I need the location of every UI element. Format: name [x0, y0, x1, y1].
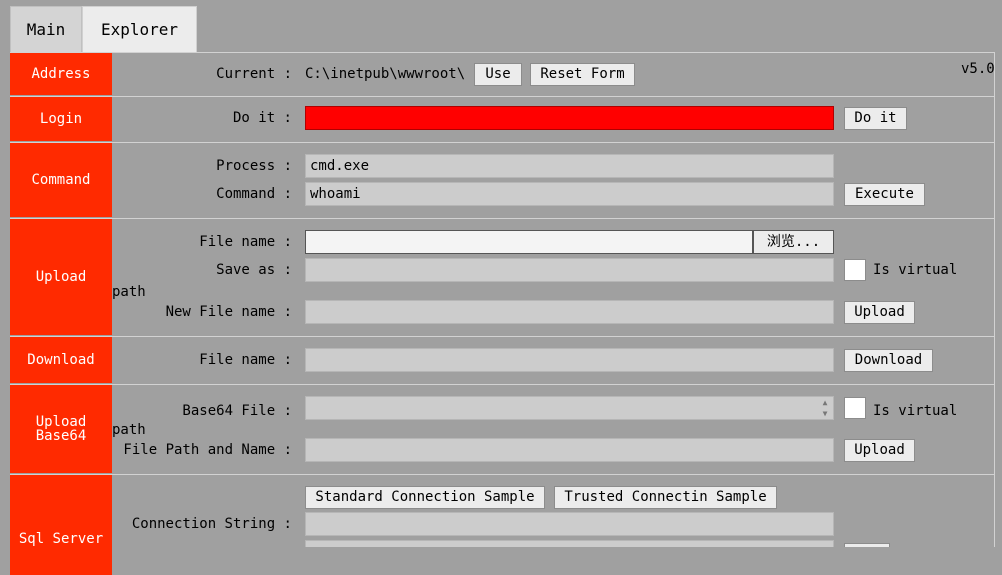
upload-button[interactable]: Upload [844, 301, 915, 324]
section-divider [10, 384, 995, 385]
command-input[interactable] [305, 182, 834, 206]
sql-query-textarea[interactable] [305, 540, 834, 547]
file-path-and-name-input[interactable] [305, 438, 834, 462]
save-as-label: Save as : [216, 262, 292, 278]
section-label-command: Command [10, 143, 112, 217]
section-label-address: Address [10, 53, 112, 95]
sql-run-button[interactable] [844, 543, 890, 547]
section-divider [10, 218, 995, 219]
current-label: Current : [216, 66, 292, 82]
standard-connection-sample-button[interactable]: Standard Connection Sample [305, 486, 545, 509]
base64-file-textarea[interactable] [305, 396, 834, 420]
section-label-upload-base64: Upload Base64 [10, 385, 112, 473]
upload-path-label: path [112, 284, 146, 300]
use-button[interactable]: Use [474, 63, 522, 86]
file-path-and-name-label: File Path and Name : [123, 442, 292, 458]
section-divider [10, 142, 995, 143]
connection-string-input[interactable] [305, 512, 834, 536]
doit-label: Do it : [232, 110, 292, 126]
browse-button[interactable]: 浏览... [753, 230, 834, 254]
upload-file-input[interactable] [305, 230, 753, 254]
spin-down-icon[interactable]: ▼ [817, 408, 833, 430]
new-file-name-label: New File name : [165, 304, 292, 320]
download-file-label: File name : [199, 352, 292, 368]
section-divider [10, 336, 995, 337]
reset-form-button[interactable]: Reset Form [530, 63, 635, 86]
section-label-upload: Upload [10, 219, 112, 335]
download-file-input[interactable] [305, 348, 834, 372]
section-divider [10, 474, 995, 475]
base64-file-label: Base64 File : [182, 403, 292, 419]
execute-button[interactable]: Execute [844, 183, 925, 206]
upload-is-virtual-label: Is virtual [873, 262, 958, 278]
base64-path-label: path [112, 422, 146, 438]
version-label: v5.0 [961, 61, 995, 77]
base64-is-virtual-label: Is virtual [873, 403, 958, 419]
section-label-sql-server: Sql Server [10, 475, 112, 575]
section-divider [10, 96, 995, 97]
command-label: Command : [216, 186, 292, 202]
trusted-connection-sample-button[interactable]: Trusted Connectin Sample [554, 486, 777, 509]
process-label: Process : [216, 158, 292, 174]
save-as-input[interactable] [305, 258, 834, 282]
section-label-download: Download [10, 337, 112, 383]
tab-main[interactable]: Main [10, 6, 82, 52]
connection-string-label: Connection String : [131, 516, 292, 532]
process-input[interactable] [305, 154, 834, 178]
base64-upload-button[interactable]: Upload [844, 439, 915, 462]
download-button[interactable]: Download [844, 349, 933, 372]
right-border [994, 52, 995, 547]
do-it-button[interactable]: Do it [844, 107, 907, 130]
tab-explorer[interactable]: Explorer [82, 6, 197, 52]
base64-is-virtual-checkbox[interactable] [844, 397, 866, 419]
login-password-field[interactable] [305, 106, 834, 130]
upload-file-label: File name : [199, 234, 292, 250]
section-label-login: Login [10, 97, 112, 141]
new-file-name-input[interactable] [305, 300, 834, 324]
section-divider [10, 52, 995, 53]
upload-is-virtual-checkbox[interactable] [844, 259, 866, 281]
current-path: C:\inetpub\wwwroot\ [305, 66, 466, 82]
